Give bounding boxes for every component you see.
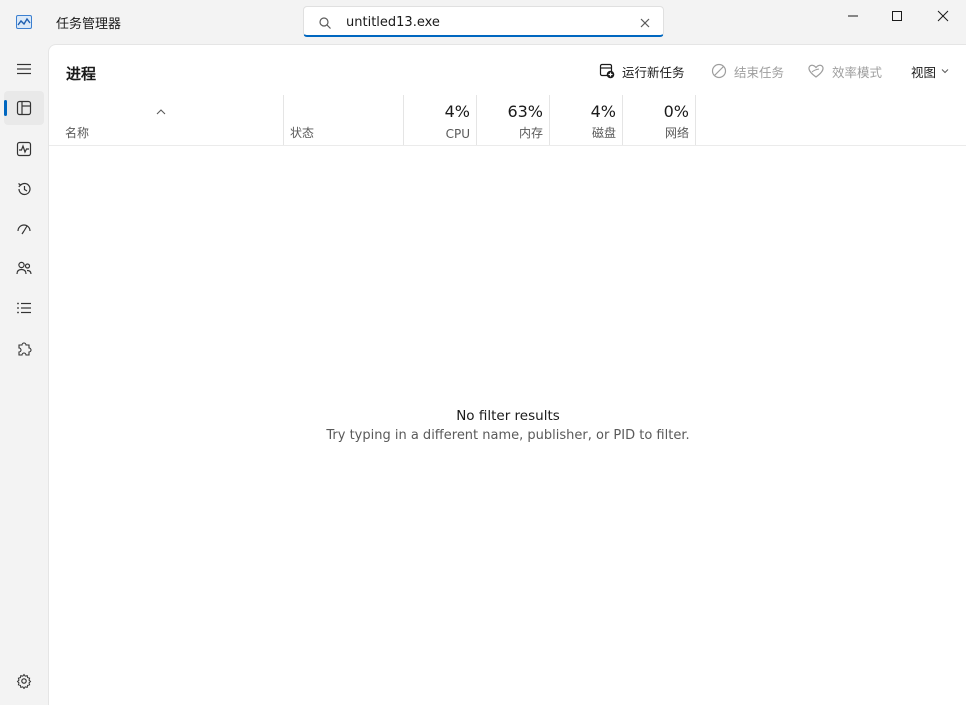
view-label: 视图 [911,64,937,80]
cpu-usage-value: 4% [444,102,470,121]
run-new-task-button[interactable]: 运行新任务 [599,59,685,83]
search-icon [318,15,332,29]
column-label-network: 网络 [664,126,689,140]
view-button[interactable]: 视图 [911,59,949,83]
minimize-icon [848,15,858,17]
nav-services[interactable] [4,332,44,366]
column-header-row: 名称 状态 4% CPU 63% 内存 4% 磁盘 0% 网络 [49,95,966,146]
column-label-status: 状态 [290,126,315,140]
nav-details[interactable] [4,291,44,325]
hamburger-menu-button[interactable] [4,52,44,86]
column-header-network[interactable]: 0% 网络 [623,95,696,145]
run-new-task-label: 运行新任务 [622,64,685,80]
nav-startup-apps[interactable] [4,211,44,245]
end-task-button[interactable]: 结束任务 [711,59,784,83]
minimize-button[interactable] [830,0,876,32]
gear-icon [16,673,32,689]
nav-performance[interactable] [4,132,44,166]
speedometer-icon [17,224,31,235]
app-title: 任务管理器 [56,17,122,32]
efficiency-mode-button[interactable]: 效率模式 [807,59,882,83]
main-panel: 进程 运行新任务 结束任务 效率模式 视图 名称 状态 4% CPU 63% 内… [48,44,966,705]
left-nav [0,44,48,705]
maximize-icon [892,11,902,21]
chevron-up-icon [155,101,167,115]
column-label-disk: 磁盘 [591,126,616,140]
history-icon [18,182,31,196]
nav-settings[interactable] [4,664,44,698]
column-label-cpu: CPU [445,127,470,141]
column-header-cpu[interactable]: 4% CPU [404,95,477,145]
close-button[interactable] [920,0,966,32]
processes-icon [16,100,32,116]
column-header-memory[interactable]: 63% 内存 [477,95,550,145]
empty-state-subtitle: Try typing in a different name, publishe… [326,428,690,443]
nav-processes[interactable] [4,91,44,125]
memory-usage-value: 63% [507,102,543,121]
users-icon [16,261,32,275]
column-label-memory: 内存 [518,126,543,140]
search-box[interactable] [303,6,664,37]
end-task-label: 结束任务 [734,64,785,80]
search-input[interactable] [346,12,626,32]
column-header-status[interactable]: 状态 [284,95,404,145]
menu-icon [17,63,31,75]
title-bar: 任务管理器 [0,0,966,44]
nav-users[interactable] [4,251,44,285]
performance-chart-icon [16,14,32,30]
block-icon [711,63,727,79]
puzzle-icon [18,342,32,356]
column-header-disk[interactable]: 4% 磁盘 [550,95,623,145]
pulse-icon [16,141,32,157]
add-task-icon [599,63,615,79]
active-indicator [4,100,7,116]
empty-state-title: No filter results [456,408,560,424]
column-label-name: 名称 [65,126,90,140]
page-title: 进程 [66,65,97,83]
close-icon [937,10,949,22]
disk-usage-value: 4% [590,102,616,121]
chevron-down-icon [941,69,949,74]
clear-icon[interactable] [638,15,652,29]
network-usage-value: 0% [663,102,689,121]
maximize-button[interactable] [874,0,920,32]
column-header-name[interactable]: 名称 [49,95,284,145]
efficiency-mode-label: 效率模式 [832,64,883,80]
list-icon [17,302,31,314]
leaf-heart-icon [808,64,824,78]
nav-app-history[interactable] [4,172,44,206]
